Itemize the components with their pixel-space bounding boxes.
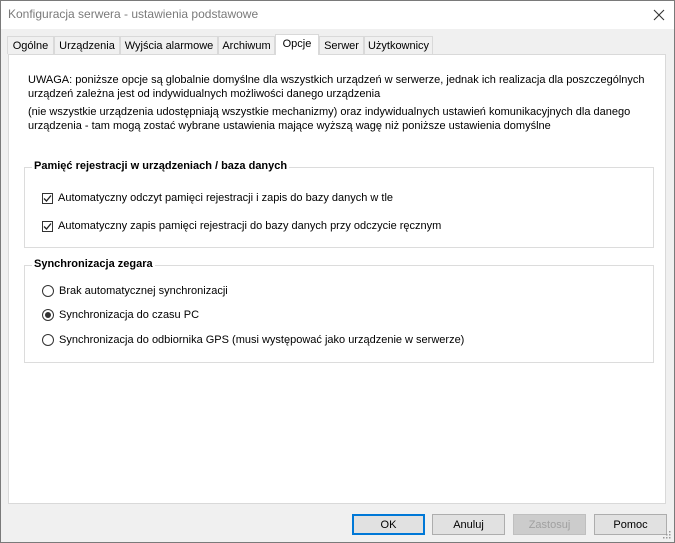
auto-read-checkbox[interactable]: Automatyczny odczyt pamięci rejestracji … — [42, 192, 393, 204]
help-button[interactable]: Pomoc — [594, 514, 667, 535]
radio-circle-selected — [42, 309, 54, 321]
radio-circle — [42, 285, 54, 297]
radio-circle — [42, 334, 54, 346]
no-sync-radio[interactable]: Brak automatycznej synchronizacji — [42, 285, 228, 297]
tab-users[interactable]: Użytkownicy — [364, 36, 433, 54]
title-bar[interactable]: Konfiguracja serwera - ustawienia podsta… — [1, 1, 674, 29]
ok-button[interactable]: OK — [352, 514, 425, 535]
close-icon — [653, 9, 665, 21]
pc-sync-radio[interactable]: Synchronizacja do czasu PC — [42, 309, 199, 321]
clock-sync-group: Synchronizacja zegara Brak automatycznej… — [24, 258, 654, 363]
cancel-button[interactable]: Anuluj — [432, 514, 505, 535]
auto-read-label: Automatyczny odczyt pamięci rejestracji … — [58, 192, 394, 204]
close-button[interactable] — [644, 1, 674, 29]
info-text-1: UWAGA: poniższe opcje są globalnie domyś… — [28, 74, 645, 100]
checkmark-icon — [43, 194, 52, 202]
tab-server[interactable]: Serwer — [319, 36, 364, 54]
tab-options[interactable]: Opcje — [275, 34, 319, 55]
info-text-2: (nie wszystkie urządzenia udostępniają w… — [28, 106, 631, 132]
dialog-window: Konfiguracja serwera - ustawienia podsta… — [0, 0, 675, 543]
auto-save-checkbox[interactable]: Automatyczny zapis pamięci rejestracji d… — [42, 220, 441, 232]
checkbox-box — [42, 192, 53, 204]
resize-grip-icon[interactable] — [661, 529, 671, 539]
window-title: Konfiguracja serwera - ustawienia podsta… — [8, 7, 259, 21]
checkmark-icon — [43, 222, 52, 230]
options-panel: UWAGA: poniższe opcje są globalnie domyś… — [8, 54, 666, 504]
tab-general[interactable]: Ogólne — [7, 36, 54, 54]
radio-dot — [45, 312, 51, 318]
tab-archive[interactable]: Archiwum — [218, 36, 275, 54]
gps-sync-label: Synchronizacja do odbiornika GPS (musi w… — [59, 334, 465, 346]
memory-group: Pamięć rejestracji w urządzeniach / baza… — [24, 160, 654, 248]
tab-devices[interactable]: Urządzenia — [54, 36, 120, 54]
memory-group-title: Pamięć rejestracji w urządzeniach / baza… — [32, 160, 290, 172]
pc-sync-label: Synchronizacja do czasu PC — [59, 309, 200, 321]
clock-sync-group-title: Synchronizacja zegara — [32, 258, 155, 270]
auto-save-label: Automatyczny zapis pamięci rejestracji d… — [58, 220, 442, 232]
no-sync-label: Brak automatycznej synchronizacji — [59, 285, 228, 297]
tab-alarm-outputs[interactable]: Wyjścia alarmowe — [120, 36, 218, 54]
checkbox-box — [42, 220, 53, 232]
gps-sync-radio[interactable]: Synchronizacja do odbiornika GPS (musi w… — [42, 334, 464, 346]
apply-button[interactable]: Zastosuj — [513, 514, 586, 535]
